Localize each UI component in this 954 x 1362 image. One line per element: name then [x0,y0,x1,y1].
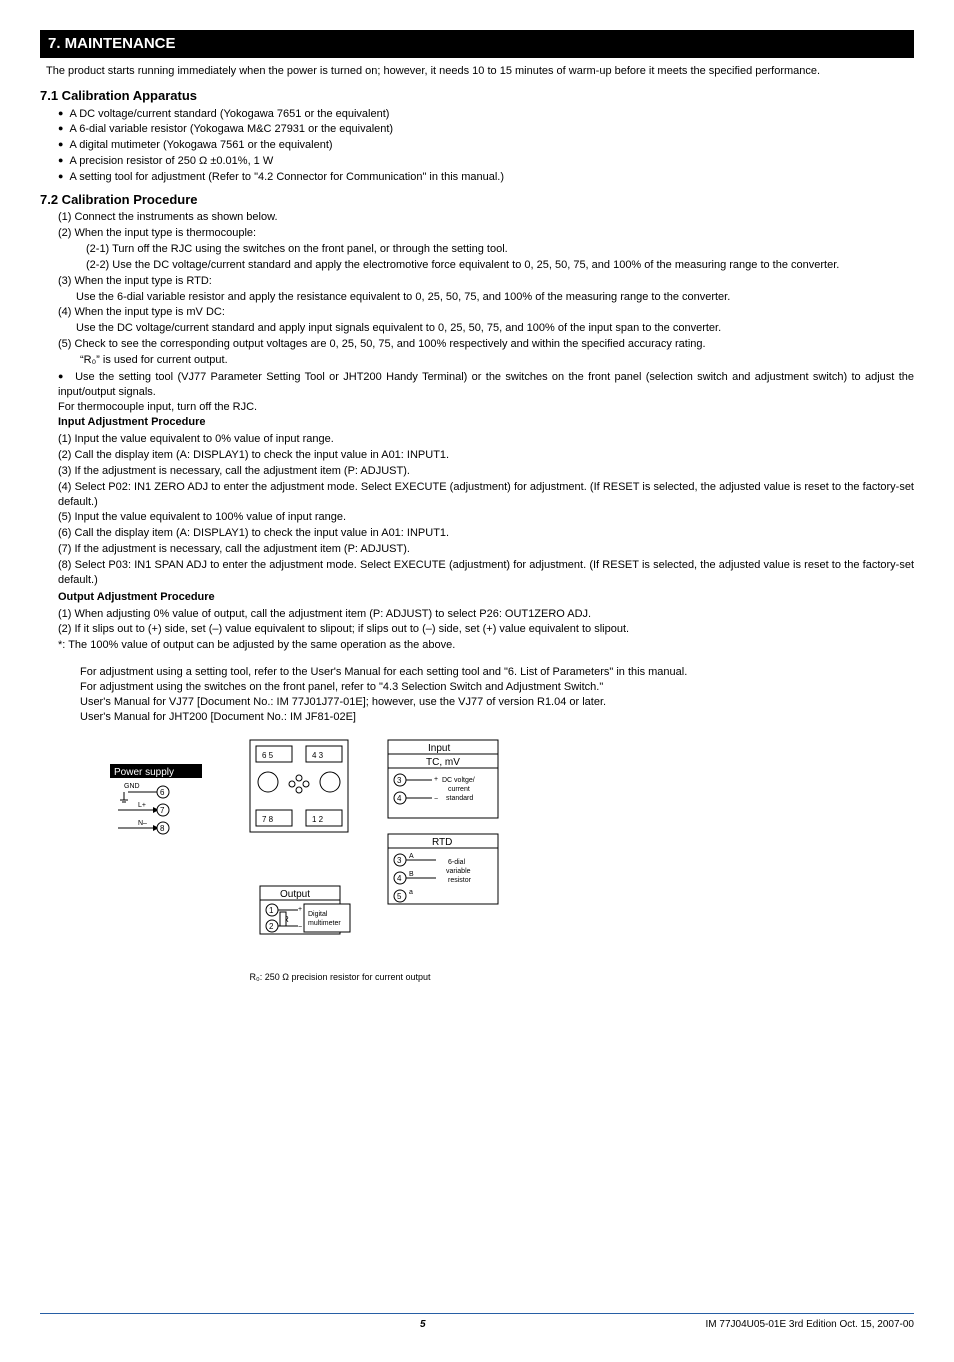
list-item: (4) When the input type is mV DC: [58,305,914,320]
note-line: For adjustment using the switches on the… [80,680,914,695]
svg-text:variable: variable [446,868,471,875]
label-tcmv: TC, mV [426,757,460,768]
list-item: (3) If the adjustment is necessary, call… [58,464,914,479]
svg-text:4: 4 [397,794,402,803]
page-number: 5 [140,1318,706,1332]
svg-text:7 8: 7 8 [262,815,274,824]
list-item: (2) When the input type is thermocouple: [58,226,914,241]
note-line: User's Manual for VJ77 [Document No.: IM… [80,695,914,710]
text: For thermocouple input, turn off the RJC… [58,401,257,413]
svg-text:standard: standard [446,795,473,802]
svg-text:+: + [434,776,438,783]
svg-text:current: current [448,786,470,793]
text: Use the setting tool (VJ77 Parameter Set… [58,371,914,398]
svg-text:3: 3 [397,856,402,865]
list-item: A 6-dial variable resistor (Yokogawa M&C… [58,122,914,137]
list-item: *: The 100% value of output can be adjus… [58,638,914,653]
label-gnd: GND [124,783,140,790]
input-adjust-heading: Input Adjustment Procedure [58,415,914,430]
svg-text:a: a [409,889,413,896]
page-footer: 5 IM 77J04U05-01E 3rd Edition Oct. 15, 2… [40,1313,914,1332]
list-item: (2) If it slips out to (+) side, set (–)… [58,622,914,637]
svg-text:resistor: resistor [448,877,472,884]
svg-text:DC voltge/: DC voltge/ [442,777,475,784]
list-sub-item: Use the DC voltage/current standard and … [58,321,914,336]
svg-text:A: A [409,853,414,860]
label-l: L+ [138,802,146,809]
svg-text:8: 8 [160,824,165,833]
svg-text:−: − [298,924,302,931]
label-rtd: RTD [432,837,452,848]
svg-text:3: 3 [397,776,402,785]
list-item: (3) When the input type is RTD: [58,274,914,289]
apparatus-list: A DC voltage/current standard (Yokogawa … [58,107,914,185]
svg-text:2: 2 [269,922,274,931]
svg-text:6: 6 [160,788,165,797]
list-item: (5) Check to see the corresponding outpu… [58,337,914,352]
label-digital: Digital [308,911,328,918]
doc-id: IM 77J04U05-01E 3rd Edition Oct. 15, 200… [706,1318,914,1332]
label-n: N– [138,820,147,827]
note-line: User's Manual for JHT200 [Document No.: … [80,710,914,725]
svg-text:B: B [409,871,414,878]
label-input: Input [428,743,450,754]
intro-paragraph: The product starts running immediately w… [46,64,908,79]
output-adjust-heading: Output Adjustment Procedure [58,590,914,605]
list-item: (4) Select P02: IN1 ZERO ADJ to enter th… [58,480,914,510]
output-adjust-list: (1) When adjusting 0% value of output, c… [40,607,914,654]
list-item: (1) When adjusting 0% value of output, c… [58,607,914,622]
wiring-diagram: .bx{fill:#fff;stroke:#000;stroke-width:1… [110,734,914,983]
label-power-supply: Power supply [114,767,174,778]
list-item: A DC voltage/current standard (Yokogawa … [58,107,914,122]
svg-text:multimeter: multimeter [308,920,341,927]
svg-text:+: + [298,906,302,913]
note-line: For adjustment using a setting tool, ref… [80,665,914,680]
svg-text:6 5: 6 5 [262,751,274,760]
svg-text:1: 1 [269,906,274,915]
section-header: 7. MAINTENANCE [40,30,914,58]
list-sub-item: “R₀” is used for current output. [58,353,914,368]
svg-text:1 2: 1 2 [312,815,324,824]
list-item: Use the setting tool (VJ77 Parameter Set… [58,370,914,415]
list-item: (2) Call the display item (A: DISPLAY1) … [58,448,914,463]
svg-text:−: − [434,796,438,803]
procedure-list: (1) Connect the instruments as shown bel… [40,210,914,367]
list-item: A digital mutimeter (Yokogawa 7561 or th… [58,138,914,153]
list-item: (1) Connect the instruments as shown bel… [58,210,914,225]
setting-tool-note: Use the setting tool (VJ77 Parameter Set… [58,370,914,415]
list-sub-item: (2-1) Turn off the RJC using the switche… [58,242,914,257]
heading-7-1: 7.1 Calibration Apparatus [40,87,914,105]
svg-text:6-dial: 6-dial [448,859,466,866]
list-sub-item: Use the 6-dial variable resistor and app… [58,290,914,305]
notes-block: For adjustment using a setting tool, ref… [80,665,914,724]
diagram-caption: R₀: 250 Ω precision resistor for current… [210,971,470,983]
svg-text:5: 5 [397,892,402,901]
svg-text:7: 7 [160,806,165,815]
svg-text:4 3: 4 3 [312,751,324,760]
list-item: A setting tool for adjustment (Refer to … [58,170,914,185]
svg-text:4: 4 [397,874,402,883]
input-adjust-list: (1) Input the value equivalent to 0% val… [40,432,914,587]
list-item: (1) Input the value equivalent to 0% val… [58,432,914,447]
list-item: (7) If the adjustment is necessary, call… [58,542,914,557]
list-item: (5) Input the value equivalent to 100% v… [58,510,914,525]
heading-7-2: 7.2 Calibration Procedure [40,191,914,209]
list-item: A precision resistor of 250 Ω ±0.01%, 1 … [58,154,914,169]
list-item: (8) Select P03: IN1 SPAN ADJ to enter th… [58,558,914,588]
list-item: (6) Call the display item (A: DISPLAY1) … [58,526,914,541]
list-sub-item: (2-2) Use the DC voltage/current standar… [58,258,914,273]
label-output: Output [280,889,310,900]
